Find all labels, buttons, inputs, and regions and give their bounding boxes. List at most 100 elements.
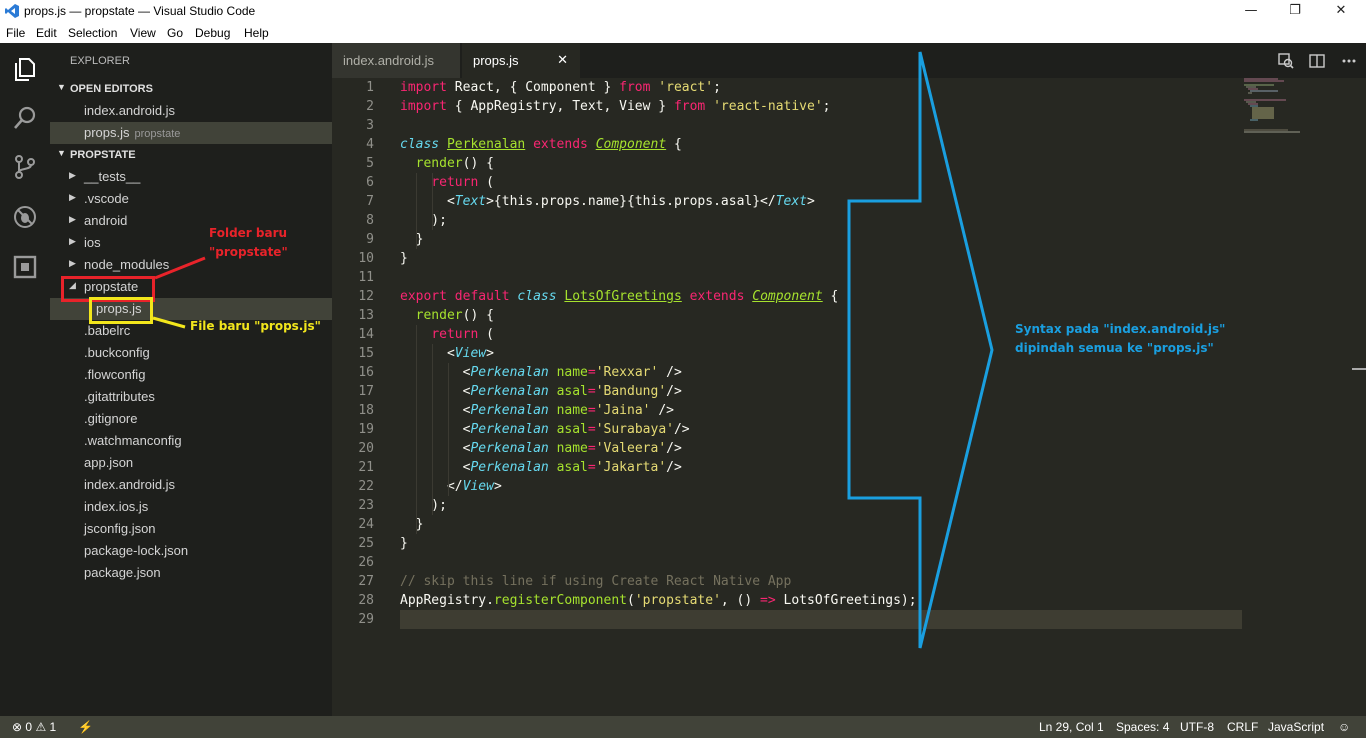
minimize-button[interactable]: —: [1228, 0, 1274, 23]
search-icon[interactable]: [11, 104, 39, 132]
code-line[interactable]: // skip this line if using Create React …: [400, 572, 791, 591]
tree-item-file[interactable]: .buckconfig: [50, 342, 332, 364]
code-line[interactable]: import { AppRegistry, Text, View } from …: [400, 97, 831, 116]
maximize-button[interactable]: ❐: [1272, 0, 1318, 23]
code-token: 'react': [658, 80, 714, 95]
code-line[interactable]: );: [400, 496, 447, 515]
tree-item-file[interactable]: .watchmanconfig: [50, 430, 332, 452]
code-token: );: [400, 213, 447, 228]
menu-edit[interactable]: Edit: [36, 26, 57, 40]
language-mode[interactable]: JavaScript: [1268, 720, 1324, 734]
code-line[interactable]: export default class LotsOfGreetings ext…: [400, 287, 838, 306]
code-line[interactable]: <Perkenalan asal='Surabaya'/>: [400, 420, 690, 439]
tree-item-file[interactable]: package.json: [50, 562, 332, 584]
open-changes-icon[interactable]: [1277, 52, 1295, 70]
explorer-icon[interactable]: [11, 55, 39, 83]
indentation-setting[interactable]: Spaces: 4: [1116, 720, 1169, 734]
code-line[interactable]: import React, { Component } from 'react'…: [400, 78, 721, 97]
code-line[interactable]: <Perkenalan asal='Bandung'/>: [400, 382, 682, 401]
line-number: 28: [358, 593, 374, 608]
project-section[interactable]: ▼ PROPSTATE: [50, 144, 332, 166]
tree-item-folder[interactable]: ▶ node_modules: [50, 254, 332, 276]
tab-props[interactable]: props.js ✕: [462, 43, 580, 78]
open-editor-item[interactable]: props.js propstate: [50, 122, 332, 144]
code-line[interactable]: );: [400, 211, 447, 230]
code-token: 'Jaina': [595, 403, 651, 418]
code-line[interactable]: }: [400, 249, 408, 268]
line-number: 5: [366, 156, 374, 171]
code-line[interactable]: }: [400, 515, 424, 534]
menu-go[interactable]: Go: [167, 26, 183, 40]
code-line[interactable]: render() {: [400, 306, 494, 325]
code-line[interactable]: <Text>{this.props.name}{this.props.asal}…: [400, 192, 815, 211]
menu-selection[interactable]: Selection: [68, 26, 117, 40]
code-line[interactable]: <Perkenalan name='Jaina' />: [400, 401, 674, 420]
menu-debug[interactable]: Debug: [195, 26, 230, 40]
tree-item-label: index.android.js: [84, 477, 176, 492]
lightning-icon[interactable]: ⚡: [78, 720, 93, 734]
code-line[interactable]: return (: [400, 325, 494, 344]
code-line[interactable]: }: [400, 230, 424, 249]
folder-note-line1: Folder baru: [209, 226, 288, 240]
code-line[interactable]: <View>: [400, 344, 494, 363]
code-token: <: [400, 346, 455, 361]
code-token: =>: [760, 593, 776, 608]
code-token: );: [400, 498, 447, 513]
tree-item-file[interactable]: index.ios.js: [50, 496, 332, 518]
close-tab-icon[interactable]: ✕: [557, 52, 568, 68]
code-line[interactable]: class Perkenalan extends Component {: [400, 135, 682, 154]
tree-item-folder[interactable]: ▶ __tests__: [50, 166, 332, 188]
editor-scrollbar[interactable]: [1352, 78, 1366, 716]
chevron-right-icon: ▶: [69, 170, 76, 180]
code-line[interactable]: AppRegistry.registerComponent('propstate…: [400, 591, 917, 610]
open-editor-label: index.android.js: [84, 103, 176, 118]
tree-item-folder[interactable]: ▶ android: [50, 210, 332, 232]
cursor-position[interactable]: Ln 29, Col 1: [1039, 720, 1104, 734]
extensions-icon[interactable]: [11, 253, 39, 281]
tree-item-file[interactable]: .gitattributes: [50, 386, 332, 408]
encoding-setting[interactable]: UTF-8: [1180, 720, 1214, 734]
code-token: 'Bandung': [595, 384, 667, 399]
tree-item-file[interactable]: .flowconfig: [50, 364, 332, 386]
feedback-icon[interactable]: ☺: [1338, 720, 1350, 734]
tree-item-label: .babelrc: [84, 323, 131, 338]
tree-item-label: .buckconfig: [84, 345, 150, 360]
line-number: 2: [366, 99, 374, 114]
indent-guide: [416, 173, 417, 249]
menu-view[interactable]: View: [130, 26, 156, 40]
code-token: LotsOfGreetings: [564, 289, 682, 304]
code-token: () {: [462, 156, 494, 171]
menu-help[interactable]: Help: [244, 26, 269, 40]
code-line[interactable]: render() {: [400, 154, 494, 173]
split-editor-icon[interactable]: [1308, 52, 1326, 70]
eol-setting[interactable]: CRLF: [1227, 720, 1258, 734]
tree-item-file[interactable]: index.android.js: [50, 474, 332, 496]
close-window-button[interactable]: ✕: [1318, 0, 1364, 23]
open-editor-item[interactable]: index.android.js: [50, 100, 332, 122]
code-token: Perkenalan: [470, 365, 549, 380]
tree-item-folder[interactable]: ▶ ios: [50, 232, 332, 254]
code-line[interactable]: <Perkenalan asal='Jakarta'/>: [400, 458, 682, 477]
problems-indicator[interactable]: ⊗ 0 ⚠ 1: [12, 720, 56, 734]
more-actions-icon[interactable]: [1340, 52, 1358, 70]
source-control-icon[interactable]: [11, 153, 39, 181]
open-editors-section[interactable]: ▼ OPEN EDITORS: [50, 78, 332, 100]
minimap[interactable]: [1244, 78, 1314, 138]
debug-icon[interactable]: [11, 203, 39, 231]
tree-item-file[interactable]: package-lock.json: [50, 540, 332, 562]
code-line[interactable]: }: [400, 534, 408, 553]
tree-item-file[interactable]: .gitignore: [50, 408, 332, 430]
tree-item-file[interactable]: jsconfig.json: [50, 518, 332, 540]
code-token: Perkenalan: [446, 137, 526, 152]
tree-item-folder[interactable]: ▶ .vscode: [50, 188, 332, 210]
code-line[interactable]: <Perkenalan name='Valeera'/>: [400, 439, 682, 458]
tree-item-file[interactable]: app.json: [50, 452, 332, 474]
tab-index-android[interactable]: index.android.js: [332, 43, 460, 78]
current-line-highlight: [400, 610, 1242, 629]
menu-file[interactable]: File: [6, 26, 25, 40]
code-line[interactable]: return (: [400, 173, 494, 192]
code-token: from: [619, 80, 651, 95]
code-line[interactable]: <Perkenalan name='Rexxar' />: [400, 363, 682, 382]
code-editor[interactable]: 1 2 3 4 5 6 7 8 9 10 11 12 13 14 15 16 17 18 19 20 21 22 23 24 2…: [332, 78, 1366, 716]
